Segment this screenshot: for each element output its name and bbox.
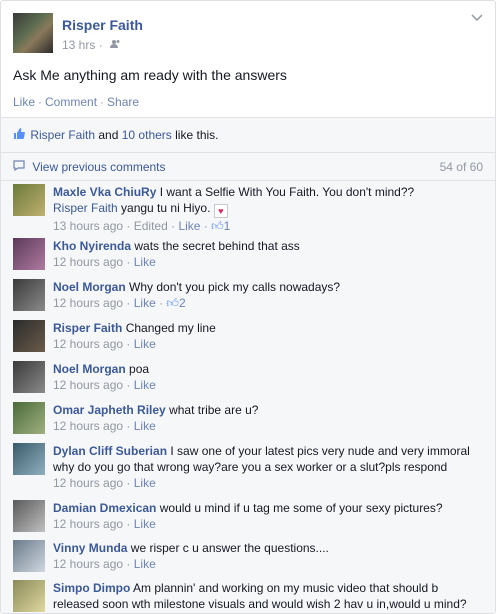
comment-time[interactable]: 12 hours ago	[53, 476, 123, 490]
comment-like-button[interactable]: Like	[134, 255, 156, 269]
post-card: Risper Faith 13 hrs · Ask Me anything am…	[0, 0, 496, 614]
comment-text: would u mind if u tag me some of your se…	[159, 501, 443, 515]
comment-time[interactable]: 12 hours ago	[53, 557, 123, 571]
share-button[interactable]: Share	[107, 95, 139, 109]
commenter-avatar[interactable]	[13, 443, 45, 475]
comment-text: Why don't you pick my calls nowadays?	[129, 280, 341, 294]
comment-text: we risper c u answer the questions....	[130, 541, 329, 555]
comment-time[interactable]: 13 hours ago	[53, 219, 123, 233]
commenter-avatar[interactable]	[13, 320, 45, 352]
commenter-name[interactable]: Damian Dmexican	[53, 501, 156, 515]
likes-tail: like this.	[175, 128, 219, 142]
post-author[interactable]: Risper Faith	[62, 17, 143, 33]
commenter-avatar[interactable]	[13, 500, 45, 532]
comment-time[interactable]: 12 hours ago	[53, 419, 123, 433]
commenter-name[interactable]: Vinny Munda	[53, 541, 127, 555]
commenter-avatar[interactable]	[13, 361, 45, 393]
comment-text: poa	[129, 362, 150, 376]
author-avatar[interactable]	[13, 13, 53, 53]
comment-text: I want a Selfie With You Faith. You don'…	[159, 185, 415, 199]
commenter-avatar[interactable]	[13, 184, 45, 216]
comment-like-count[interactable]: 2	[179, 296, 186, 310]
commenter-avatar[interactable]	[13, 238, 45, 270]
post-actions: Like · Comment · Share	[13, 95, 140, 109]
comment-time[interactable]: 12 hours ago	[53, 517, 123, 531]
commenter-name[interactable]: Dylan Cliff Suberian	[53, 444, 167, 458]
comment-time[interactable]: 12 hours ago	[53, 255, 123, 269]
comment-text: wats the secret behind that ass	[134, 239, 300, 253]
chevron-down-icon[interactable]	[471, 13, 483, 25]
commenter-name[interactable]: Noel Morgan	[53, 280, 126, 294]
reply-name[interactable]: Risper Faith	[53, 201, 118, 215]
divider	[1, 180, 495, 181]
like-button[interactable]: Like	[13, 95, 35, 109]
like-thumb-icon: 👍︎	[166, 296, 179, 310]
comment-like-button[interactable]: Like	[134, 378, 156, 392]
edited-label[interactable]: Edited	[134, 219, 168, 233]
comment-time[interactable]: 12 hours ago	[53, 337, 123, 351]
commenter-avatar[interactable]	[13, 580, 45, 612]
commenter-name[interactable]: Kho Nyirenda	[53, 239, 131, 253]
commenter-name[interactable]: Maxle Vka ChiuRy	[53, 185, 156, 199]
like-thumb-icon	[13, 128, 27, 142]
comment-count: 54 of 60	[439, 160, 483, 174]
post-time[interactable]: 13 hrs	[62, 38, 95, 52]
post-meta: 13 hrs ·	[62, 38, 121, 52]
reply-text: yangu tu ni Hiyo.	[121, 201, 211, 215]
comment-like-button[interactable]: Like	[134, 419, 156, 433]
comment-bubble-icon	[13, 160, 29, 174]
comment-like-count[interactable]: 1	[224, 219, 231, 233]
commenter-avatar[interactable]	[13, 402, 45, 434]
comments-section: Risper Faith and 10 others like this. Vi…	[1, 117, 495, 613]
comment-like-button[interactable]: Like	[134, 476, 156, 490]
likes-others[interactable]: 10 others	[122, 128, 172, 142]
view-previous-row: View previous comments 54 of 60	[13, 160, 483, 176]
likes-summary: Risper Faith and 10 others like this.	[13, 128, 219, 144]
divider	[1, 152, 495, 153]
friends-icon[interactable]	[110, 38, 121, 52]
comment-like-button[interactable]: Like	[134, 337, 156, 351]
heart-sticker-icon: ♥	[213, 204, 228, 218]
post-status-text: Ask Me anything am ready with the answer…	[13, 67, 287, 83]
likes-and: and	[98, 128, 119, 142]
comment-text: Changed my line	[125, 321, 216, 335]
commenter-name[interactable]: Simpo Dimpo	[53, 581, 130, 595]
view-previous-comments-link[interactable]: View previous comments	[32, 160, 165, 174]
comment-like-button[interactable]: Like	[178, 219, 200, 233]
commenter-name[interactable]: Omar Japheth Riley	[53, 403, 166, 417]
comment-like-button[interactable]: Like	[134, 296, 156, 310]
comment-time[interactable]: 12 hours ago	[53, 296, 123, 310]
commenter-name[interactable]: Risper Faith	[53, 321, 122, 335]
comment-like-button[interactable]: Like	[134, 557, 156, 571]
likes-name[interactable]: Risper Faith	[30, 128, 95, 142]
comment-text: what tribe are u?	[169, 403, 259, 417]
commenter-avatar[interactable]	[13, 279, 45, 311]
commenter-name[interactable]: Noel Morgan	[53, 362, 126, 376]
comment-like-button[interactable]: Like	[134, 517, 156, 531]
like-thumb-icon: 👍︎	[211, 219, 224, 233]
commenter-avatar[interactable]	[13, 540, 45, 572]
comment-time[interactable]: 12 hours ago	[53, 378, 123, 392]
comment-button[interactable]: Comment	[45, 95, 97, 109]
